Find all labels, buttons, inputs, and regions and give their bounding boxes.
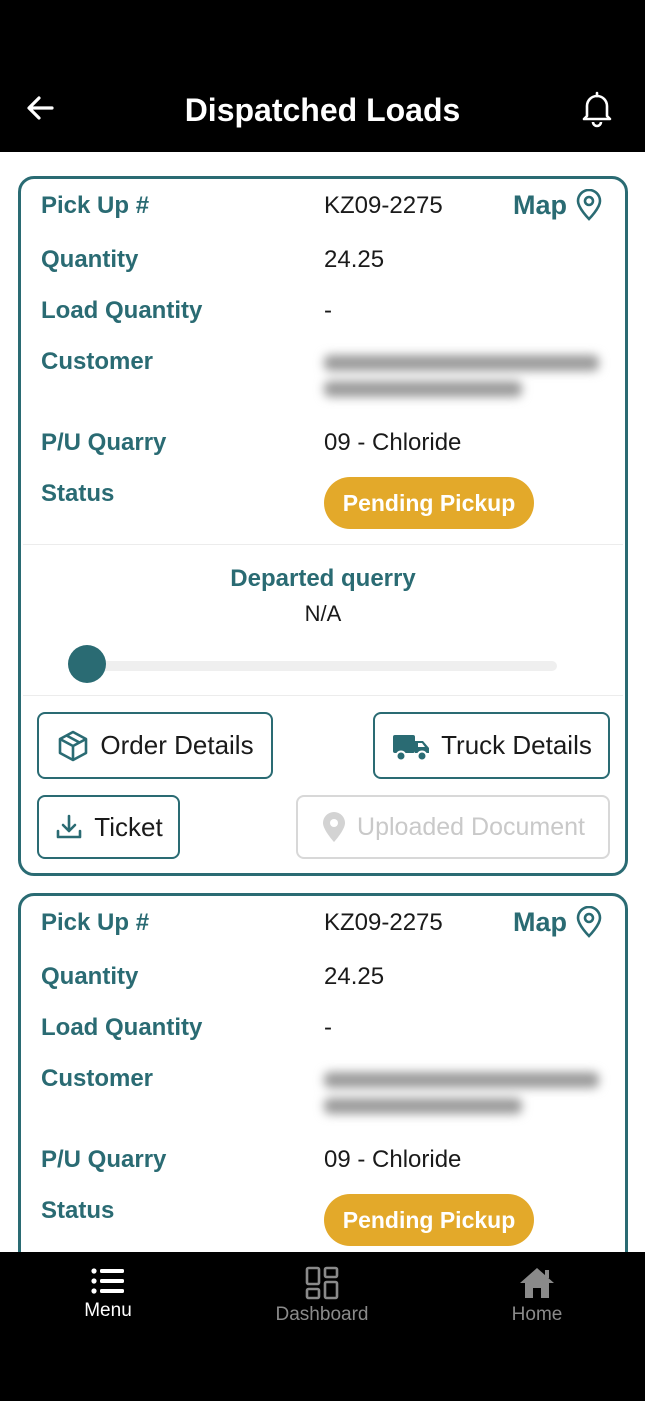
ticket-button[interactable]: Ticket (37, 795, 180, 859)
customer-row: Customer (41, 345, 625, 415)
map-pin-icon (576, 906, 602, 938)
bell-icon[interactable] (577, 88, 617, 128)
quarry-label: P/U Quarry (41, 429, 167, 456)
nav-menu[interactable]: Menu (28, 1266, 188, 1322)
divider (23, 544, 623, 545)
pickup-label: Pick Up # (41, 192, 150, 219)
uploaded-document-label: Uploaded Document (357, 812, 585, 841)
quantity-value: 24.25 (324, 246, 385, 273)
status-badge: Pending Pickup (324, 1194, 534, 1246)
order-details-button[interactable]: Order Details (37, 712, 273, 779)
download-icon (56, 814, 82, 839)
status-row: Status Pending Pickup (41, 477, 625, 533)
quarry-row: P/U Quarry 09 - Chloride (41, 1143, 625, 1183)
load-quantity-row: Load Quantity - (41, 1011, 625, 1051)
load-quantity-value: - (324, 297, 332, 324)
package-icon (59, 730, 88, 761)
customer-row: Customer (41, 1062, 625, 1132)
map-label: Map (513, 906, 567, 937)
truck-icon (393, 734, 430, 761)
truck-details-label: Truck Details (441, 730, 592, 760)
load-quantity-label: Load Quantity (41, 1014, 203, 1041)
uploaded-document-button[interactable]: Uploaded Document (296, 795, 610, 859)
status-label: Status (41, 480, 115, 507)
nav-home[interactable]: Home (457, 1266, 617, 1326)
nav-menu-label: Menu (84, 1300, 132, 1321)
nav-home-label: Home (511, 1304, 563, 1325)
quarry-label: P/U Quarry (41, 1146, 167, 1173)
customer-label: Customer (41, 1065, 154, 1092)
progress-knob[interactable] (68, 645, 106, 683)
quantity-row: Quantity 24.25 (41, 243, 625, 283)
dashboard-grid-icon (305, 1266, 339, 1300)
nav-dashboard-label: Dashboard (275, 1304, 369, 1325)
map-button[interactable]: Map (513, 906, 603, 938)
menu-list-icon (91, 1268, 124, 1294)
app-header: Dispatched Loads (0, 0, 645, 152)
departed-value: N/A (304, 601, 342, 626)
quantity-value: 24.25 (324, 963, 385, 990)
ticket-label: Ticket (94, 811, 163, 842)
customer-value-redacted (324, 1062, 599, 1124)
load-quantity-row: Load Quantity - (41, 294, 625, 334)
pickup-value: KZ09-2275 (324, 192, 443, 219)
pickup-label: Pick Up # (41, 909, 150, 936)
quarry-value: 09 - Chloride (324, 429, 462, 456)
customer-label: Customer (41, 348, 154, 375)
quarry-row: P/U Quarry 09 - Chloride (41, 426, 625, 466)
map-button[interactable]: Map (513, 189, 603, 221)
bottom-nav: Menu Dashboard Home (0, 1252, 645, 1401)
pickup-value: KZ09-2275 (324, 909, 443, 936)
load-card: Pick Up # KZ09-2275 Map Quantity 24.25 L… (18, 893, 628, 1252)
customer-value-redacted (324, 345, 599, 407)
quantity-label: Quantity (41, 246, 139, 273)
map-pin-icon (576, 189, 602, 221)
truck-details-button[interactable]: Truck Details (373, 712, 610, 779)
loads-list[interactable]: Pick Up # KZ09-2275 Map Quantity 24.25 L… (0, 152, 645, 1252)
quantity-row: Quantity 24.25 (41, 960, 625, 1000)
status-badge: Pending Pickup (324, 477, 534, 529)
quarry-value: 09 - Chloride (324, 1146, 462, 1173)
location-pin-icon (323, 812, 346, 842)
quantity-label: Quantity (41, 963, 139, 990)
map-label: Map (513, 189, 567, 220)
status-row: Status Pending Pickup (41, 1194, 625, 1250)
home-icon (520, 1268, 554, 1298)
nav-dashboard[interactable]: Dashboard (242, 1266, 402, 1326)
load-card: Pick Up # KZ09-2275 Map Quantity 24.25 L… (18, 176, 628, 876)
progress-track (71, 661, 557, 671)
load-quantity-value: - (324, 1014, 332, 1041)
load-quantity-label: Load Quantity (41, 297, 203, 324)
order-details-label: Order Details (100, 730, 254, 760)
divider (23, 695, 623, 696)
status-label: Status (41, 1197, 115, 1224)
page-title: Dispatched Loads (184, 92, 461, 128)
departed-label: Departed querry (230, 565, 416, 592)
